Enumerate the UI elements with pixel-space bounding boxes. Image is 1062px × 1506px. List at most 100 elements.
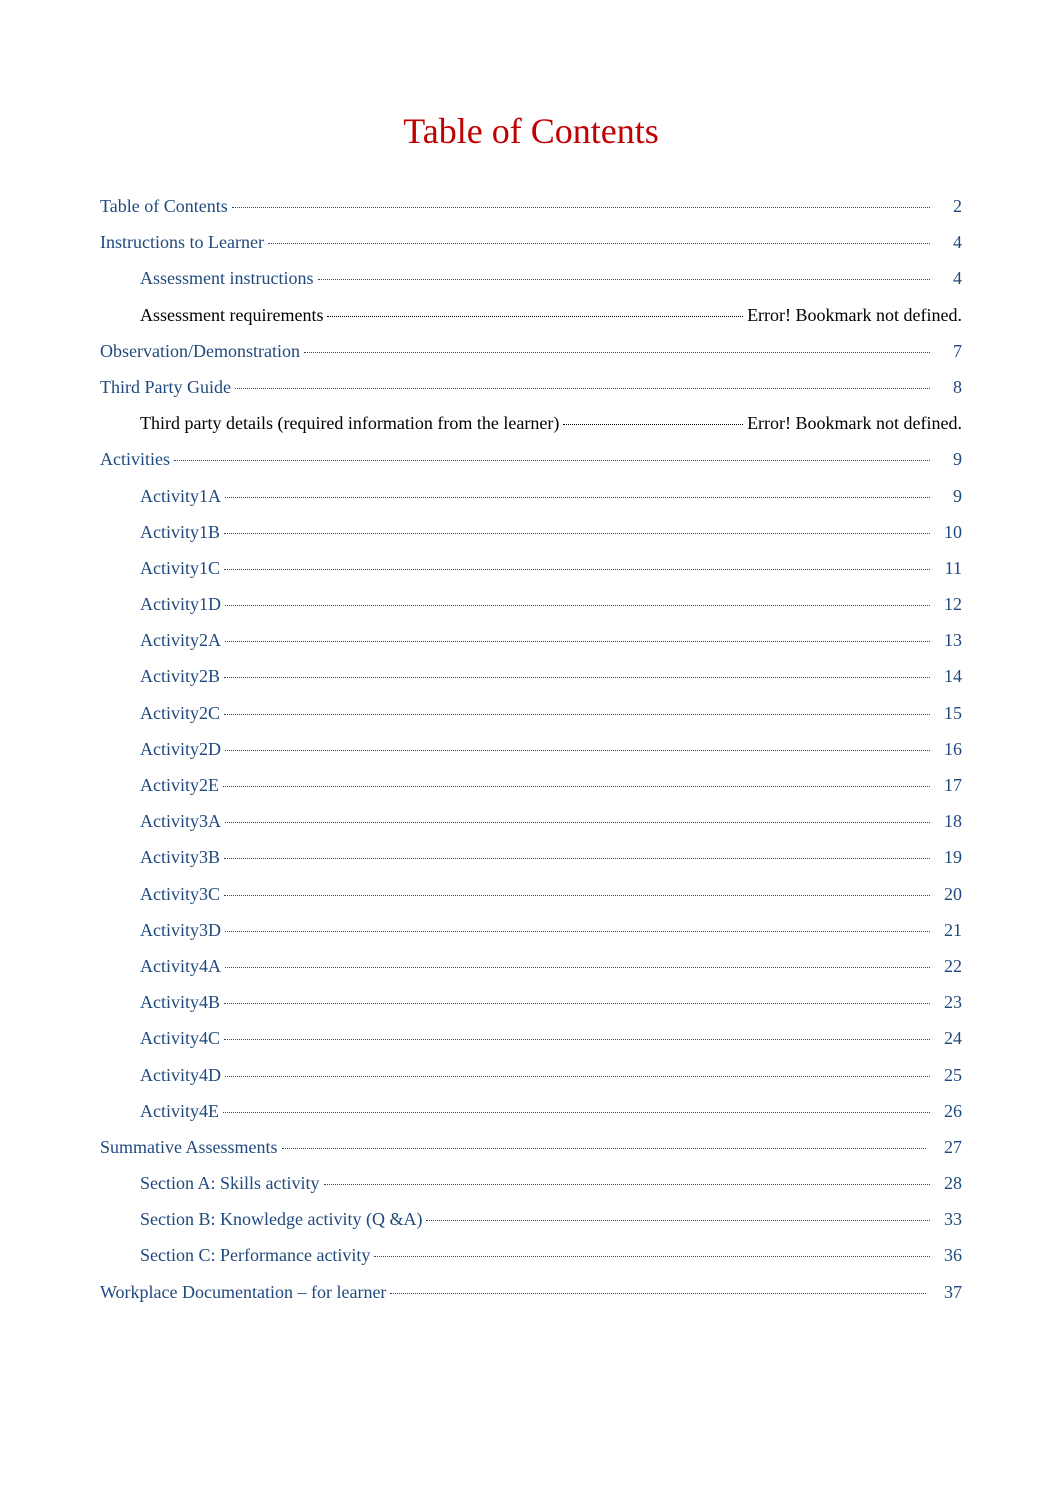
toc-page-number: 19 [934,845,962,870]
toc-page-number: 11 [934,556,962,581]
toc-page-number: 37 [930,1280,962,1305]
toc-entry[interactable]: Activity3C 20 [100,882,962,907]
toc-leader [268,243,930,244]
toc-entry[interactable]: Workplace Documentation – for learner 37 [100,1280,962,1305]
toc-entry-label: Assessment requirements [140,303,323,328]
toc-entry[interactable]: Activity3B 19 [100,845,962,870]
toc-entry-label: Workplace Documentation – for learner [100,1280,386,1305]
toc-entry[interactable]: Activity4E26 [100,1099,962,1124]
table-of-contents: Table of Contents 2 Instructions to Learne… [100,194,962,1305]
toc-leader [225,750,930,751]
toc-entry[interactable]: Activity1D12 [100,592,962,617]
toc-entry[interactable]: Instructions to Learner 4 [100,230,962,255]
toc-entry-label: Section A: Skills activity [140,1171,320,1196]
toc-entry-label: Third party details (required informatio… [140,411,559,436]
toc-leader [225,497,930,498]
toc-page-number: 27 [930,1135,962,1160]
toc-entry[interactable]: Activities9 [100,447,962,472]
toc-entry-label: Observation/Demonstration [100,339,300,364]
toc-leader [327,316,743,317]
toc-page-number: 4 [934,230,962,255]
toc-page-number: 2 [934,194,962,219]
toc-page-number: 20 [934,882,962,907]
toc-leader [374,1256,930,1257]
toc-entry-label: Activity3C [140,882,220,907]
toc-entry[interactable]: Activity3A18 [100,809,962,834]
toc-leader [324,1184,931,1185]
toc-page-number: 8 [934,375,962,400]
toc-entry[interactable]: Activity4D 25 [100,1063,962,1088]
toc-entry-label: Third Party Guide [100,375,231,400]
toc-page-number: 26 [934,1099,962,1124]
toc-leader [224,1003,930,1004]
page-title: Table of Contents [100,110,962,152]
toc-entry-label: Activity1C [140,556,220,581]
toc-leader [426,1220,930,1221]
toc-entry-label: Activity3A [140,809,221,834]
toc-entry[interactable]: Activity1B10 [100,520,962,545]
toc-page-number: 33 [934,1207,962,1232]
toc-entry-label: Section C: Performance activity [140,1243,370,1268]
toc-entry[interactable]: Observation/Demonstration7 [100,339,962,364]
toc-leader [224,569,930,570]
toc-entry-label: Activity2D [140,737,221,762]
toc-entry[interactable]: Activity2B14 [100,664,962,689]
toc-entry: Assessment requirements Error! Bookmark n… [100,303,962,328]
toc-entry-label: Activity4D [140,1063,221,1088]
toc-leader [224,895,930,896]
toc-entry[interactable]: Summative Assessments 27 [100,1135,962,1160]
toc-entry[interactable]: Section A: Skills activity28 [100,1171,962,1196]
toc-entry-label: Section B: Knowledge activity (Q &A) [140,1207,422,1232]
toc-entry[interactable]: Activity1A9 [100,484,962,509]
toc-entry-label: Activity2E [140,773,219,798]
toc-entry-label: Activity2C [140,701,220,726]
toc-entry: Third party details (required informatio… [100,411,962,436]
toc-page-number: 15 [934,701,962,726]
toc-page-number: 36 [934,1243,962,1268]
toc-page-number: 13 [934,628,962,653]
toc-leader [225,605,930,606]
toc-entry[interactable]: Third Party Guide 8 [100,375,962,400]
toc-entry[interactable]: Activity3D 21 [100,918,962,943]
toc-entry[interactable]: Activity2E17 [100,773,962,798]
toc-error-text: Error! Bookmark not defined. [747,411,962,436]
toc-entry-label: Activity4B [140,990,220,1015]
toc-entry-label: Summative Assessments [100,1135,278,1160]
toc-page-number: 21 [934,918,962,943]
toc-entry[interactable]: Activity4C24 [100,1026,962,1051]
toc-entry[interactable]: Activity2C 15 [100,701,962,726]
toc-leader [563,424,743,425]
toc-entry[interactable]: Table of Contents 2 [100,194,962,219]
toc-leader [224,677,930,678]
toc-page-number: 23 [934,990,962,1015]
toc-error-text: Error! Bookmark not defined. [747,303,962,328]
toc-entry-label: Activity1B [140,520,220,545]
toc-entry[interactable]: Activity2D 16 [100,737,962,762]
toc-entry[interactable]: Section C: Performance activity 36 [100,1243,962,1268]
toc-entry-label: Activity3B [140,845,220,870]
toc-leader [223,1112,930,1113]
toc-leader [235,388,930,389]
toc-leader [224,714,930,715]
toc-page-number: 12 [934,592,962,617]
toc-entry[interactable]: Activity4B 23 [100,990,962,1015]
toc-page-number: 16 [934,737,962,762]
toc-entry-label: Instructions to Learner [100,230,264,255]
toc-leader [390,1293,926,1294]
toc-entry-label: Assessment instructions [140,266,314,291]
toc-leader [174,460,930,461]
toc-leader [224,858,930,859]
toc-entry[interactable]: Activity4A22 [100,954,962,979]
toc-entry[interactable]: Section B: Knowledge activity (Q &A) 33 [100,1207,962,1232]
toc-entry-label: Table of Contents [100,194,228,219]
toc-entry-label: Activity4C [140,1026,220,1051]
toc-entry[interactable]: Assessment instructions 4 [100,266,962,291]
toc-entry[interactable]: Activity1C 11 [100,556,962,581]
toc-leader [225,641,930,642]
toc-page-number: 25 [934,1063,962,1088]
toc-entry[interactable]: Activity2A13 [100,628,962,653]
toc-page-number: 4 [934,266,962,291]
toc-leader [318,279,931,280]
toc-entry-label: Activity3D [140,918,221,943]
toc-entry-label: Activity2B [140,664,220,689]
